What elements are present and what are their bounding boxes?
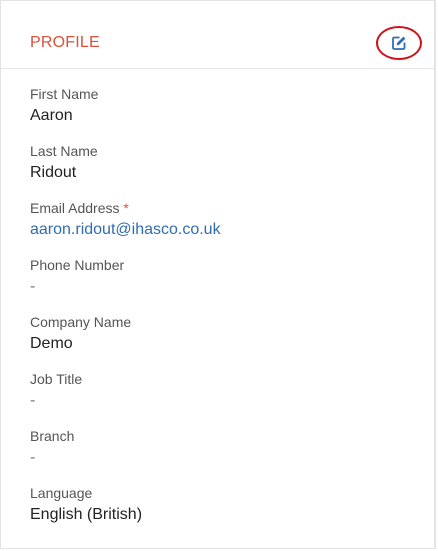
- field-language: Language English (British): [30, 485, 142, 525]
- field-phone: Phone Number -: [30, 257, 124, 297]
- field-value: Aaron: [30, 107, 73, 124]
- field-value: -: [30, 278, 36, 295]
- field-value: Demo: [30, 335, 73, 352]
- field-value: English (British): [30, 506, 143, 523]
- field-label: Job Title: [30, 371, 83, 387]
- field-value: Ridout: [30, 164, 77, 181]
- field-label: Phone Number: [30, 257, 125, 273]
- required-marker: *: [123, 200, 129, 216]
- field-label: Last Name: [30, 143, 98, 159]
- field-first-name: First Name Aaron: [30, 86, 98, 126]
- profile-header: PROFILE: [1, 1, 434, 69]
- field-job-title: Job Title -: [30, 371, 82, 411]
- field-label-text: Email Address: [30, 200, 120, 216]
- field-label: Branch: [30, 428, 75, 444]
- field-email: Email Address * aaron.ridout@ihasco.co.u…: [30, 200, 221, 240]
- field-label: Email Address *: [30, 200, 221, 216]
- field-value: -: [30, 392, 36, 409]
- profile-title: PROFILE: [30, 34, 100, 51]
- edit-icon[interactable]: [391, 35, 407, 51]
- field-branch: Branch -: [30, 428, 74, 468]
- field-label: First Name: [30, 86, 99, 102]
- email-link[interactable]: aaron.ridout@ihasco.co.uk: [30, 220, 221, 240]
- field-company: Company Name Demo: [30, 314, 131, 354]
- field-value: -: [30, 449, 36, 466]
- edit-profile-button[interactable]: [376, 26, 422, 60]
- profile-panel: PROFILE First Name Aaron Last Name Ridou…: [0, 0, 436, 549]
- field-label: Language: [30, 485, 93, 501]
- field-label: Company Name: [30, 314, 132, 330]
- field-last-name: Last Name Ridout: [30, 143, 98, 183]
